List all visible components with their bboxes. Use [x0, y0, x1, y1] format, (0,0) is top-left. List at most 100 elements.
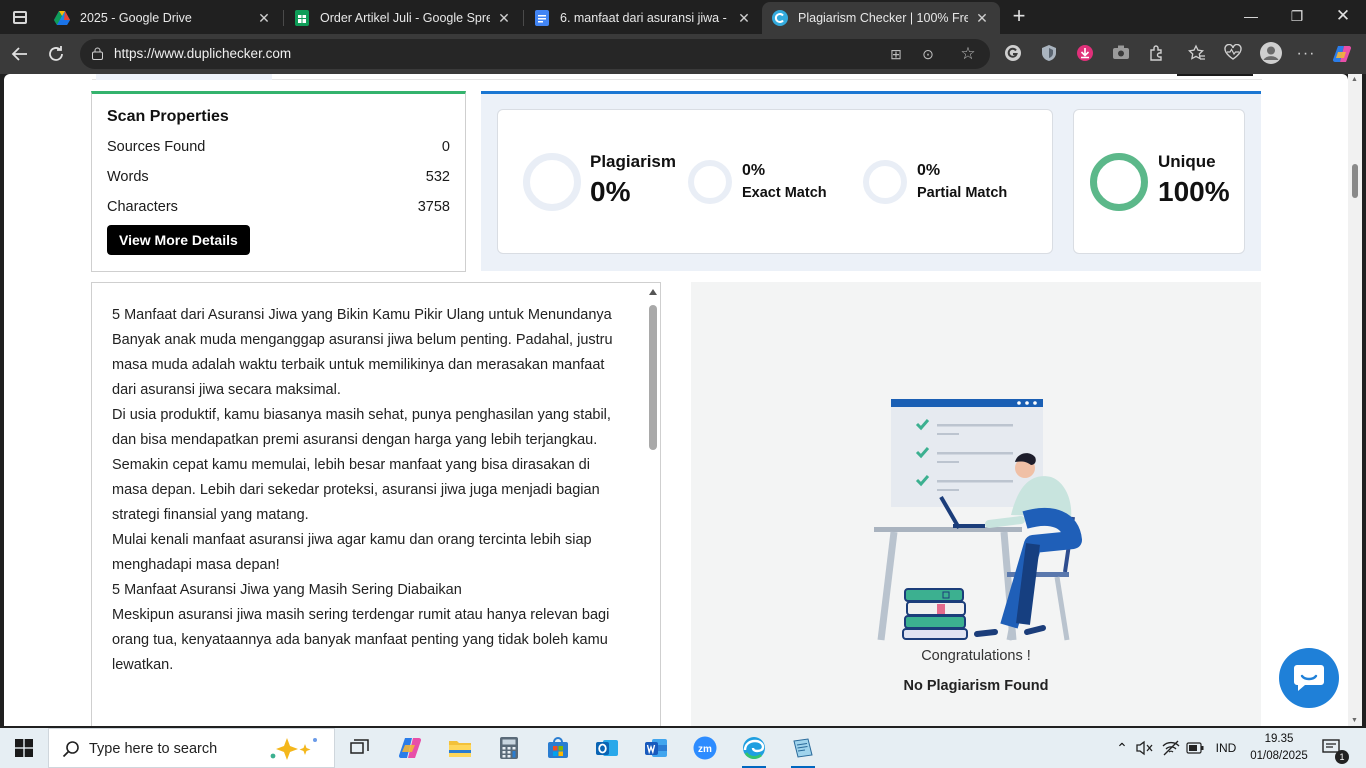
- outlook-app[interactable]: [587, 732, 627, 764]
- scroll-up-arrow[interactable]: [649, 289, 657, 295]
- tab-actions-icon: [13, 10, 27, 24]
- tab-actions-button[interactable]: [0, 0, 40, 34]
- microsoft-store-app[interactable]: [538, 732, 578, 764]
- show-hidden-icons-chevron-icon[interactable]: ⌃: [1114, 728, 1130, 768]
- paragraph: Semakin cepat kamu memulai, lebih besar …: [112, 457, 600, 523]
- grammarly-icon[interactable]: [1003, 44, 1023, 64]
- download-icon[interactable]: [1075, 44, 1095, 64]
- scroll-up-arrow[interactable]: ▲: [1351, 76, 1358, 83]
- tab-title: Order Artikel Juli - Google Spread: [320, 11, 490, 25]
- task-view-button[interactable]: [340, 732, 380, 764]
- partial-match-label: Partial Match: [917, 185, 1008, 201]
- clock-date: 01/08/2025: [1250, 750, 1308, 762]
- file-explorer-app[interactable]: [440, 732, 480, 764]
- plagiarism-ring: [523, 153, 581, 211]
- edge-browser-app[interactable]: [734, 732, 774, 768]
- new-tab-button[interactable]: +: [1004, 2, 1034, 32]
- speaker-muted-icon[interactable]: [1136, 728, 1156, 768]
- close-tab-icon[interactable]: ✕: [496, 10, 512, 27]
- paragraph: 5 Manfaat Asuransi Jiwa yang Masih Serin…: [112, 582, 462, 598]
- match-summary-card: Plagiarism 0% 0% Exact Match 0% Partial …: [497, 109, 1053, 254]
- paragraph: Meskipun asuransi jiwa masih sering terd…: [112, 607, 610, 673]
- network-icon[interactable]: [1162, 728, 1182, 768]
- close-window-button[interactable]: ✕: [1320, 0, 1366, 34]
- close-tab-icon[interactable]: ✕: [256, 10, 272, 27]
- submitted-text-box[interactable]: 5 Manfaat dari Asuransi Jiwa yang Bikin …: [91, 282, 661, 726]
- search-icon: [62, 741, 79, 758]
- words-row: Words 532: [107, 162, 450, 192]
- row-label: Characters: [107, 199, 178, 215]
- header-remnant: [92, 74, 1262, 80]
- scan-properties-title: Scan Properties: [107, 108, 229, 125]
- search-highlight-icon: [270, 738, 317, 760]
- tab-title: 2025 - Google Drive: [80, 11, 192, 25]
- tab-title: 6. manfaat dari asuransi jiwa - Go: [560, 11, 730, 25]
- exact-match-value: 0%: [742, 162, 766, 179]
- store-bag-icon: [548, 737, 568, 758]
- edge-icon: [743, 737, 765, 759]
- split-screen-icon[interactable]: ⊞: [886, 44, 906, 64]
- copilot-icon[interactable]: [1332, 44, 1352, 64]
- camera-icon[interactable]: [1111, 44, 1131, 64]
- exact-match-label: Exact Match: [742, 185, 827, 201]
- extensions-icon[interactable]: [1147, 44, 1167, 64]
- search-placeholder: Type here to search: [89, 741, 218, 757]
- zoom-icon: zm: [693, 736, 717, 760]
- congratulations-text: Congratulations !: [921, 648, 1031, 664]
- live-chat-button[interactable]: [1279, 648, 1339, 708]
- tab-google-docs[interactable]: 6. manfaat dari asuransi jiwa - Go ✕: [524, 2, 762, 34]
- profile-avatar[interactable]: [1258, 41, 1284, 67]
- address-bar[interactable]: https://www.duplichecker.com ⊞ ⊙ ☆: [80, 39, 990, 69]
- paragraph: Di usia produktif, kamu biasanya masih s…: [112, 407, 611, 448]
- unique-card: Unique 100%: [1073, 109, 1245, 254]
- paragraph: 5 Manfaat dari Asuransi Jiwa yang Bikin …: [112, 307, 612, 323]
- copilot-icon: [398, 737, 422, 759]
- refresh-button[interactable]: [42, 40, 70, 68]
- characters-row: Characters 3758: [107, 192, 450, 222]
- system-clock[interactable]: 19.35 01/08/2025: [1244, 731, 1314, 765]
- battery-icon[interactable]: [1186, 728, 1206, 768]
- favorites-icon[interactable]: [1187, 44, 1207, 64]
- zoom-app[interactable]: zm: [685, 732, 725, 764]
- results-panel: Plagiarism 0% 0% Exact Match 0% Partial …: [481, 91, 1261, 271]
- back-button[interactable]: [6, 40, 34, 68]
- back-arrow-icon: [11, 47, 27, 61]
- tab-google-drive[interactable]: 2025 - Google Drive ✕: [44, 2, 282, 34]
- restore-button[interactable]: ❐: [1274, 0, 1320, 34]
- favorite-star-icon[interactable]: ☆: [958, 44, 978, 64]
- browser-essentials-icon[interactable]: [1223, 43, 1243, 64]
- close-tab-icon[interactable]: ✕: [736, 10, 752, 27]
- view-more-details-button[interactable]: View More Details: [107, 225, 250, 255]
- tab-google-sheets[interactable]: Order Artikel Juli - Google Spread ✕: [284, 2, 522, 34]
- close-tab-icon[interactable]: ✕: [974, 10, 990, 27]
- start-button[interactable]: [0, 728, 48, 768]
- text-scrollbar[interactable]: [646, 283, 660, 726]
- scrollbar-thumb[interactable]: [649, 305, 657, 450]
- scan-properties-card: Scan Properties Sources Found 0 Words 53…: [91, 91, 466, 272]
- language-indicator[interactable]: IND: [1212, 728, 1240, 768]
- taskbar-search-box[interactable]: Type here to search: [48, 728, 335, 768]
- shield-icon[interactable]: [1039, 44, 1059, 64]
- page-scrollbar-thumb[interactable]: [1352, 164, 1358, 198]
- plagiarism-label: Plagiarism: [590, 152, 676, 171]
- notification-center-button[interactable]: 1: [1322, 728, 1350, 768]
- browser-toolbar: https://www.duplichecker.com ⊞ ⊙ ☆ ···: [0, 34, 1366, 74]
- calculator-app[interactable]: [489, 732, 529, 764]
- row-value: 0: [441, 139, 450, 155]
- word-app[interactable]: [636, 732, 676, 764]
- unique-value: 100%: [1158, 176, 1230, 207]
- chat-bubble-icon: [1294, 665, 1324, 691]
- copilot-app[interactable]: [390, 732, 430, 764]
- sources-found-row: Sources Found 0: [107, 132, 450, 162]
- calculator-icon: [500, 737, 518, 759]
- page-scrollbar[interactable]: ▲ ▼: [1348, 74, 1362, 726]
- notepad-app[interactable]: [783, 732, 823, 768]
- tab-duplichecker[interactable]: Plagiarism Checker | 100% Free ar ✕: [762, 2, 1000, 34]
- minimize-button[interactable]: —: [1228, 0, 1274, 34]
- exact-match-ring: [688, 160, 732, 204]
- scroll-down-arrow[interactable]: ▼: [1351, 717, 1358, 724]
- more-options-icon[interactable]: ⊙: [918, 44, 938, 64]
- settings-more-icon[interactable]: ···: [1296, 44, 1316, 64]
- windows-logo-icon: [15, 739, 33, 757]
- lock-icon: [92, 47, 103, 60]
